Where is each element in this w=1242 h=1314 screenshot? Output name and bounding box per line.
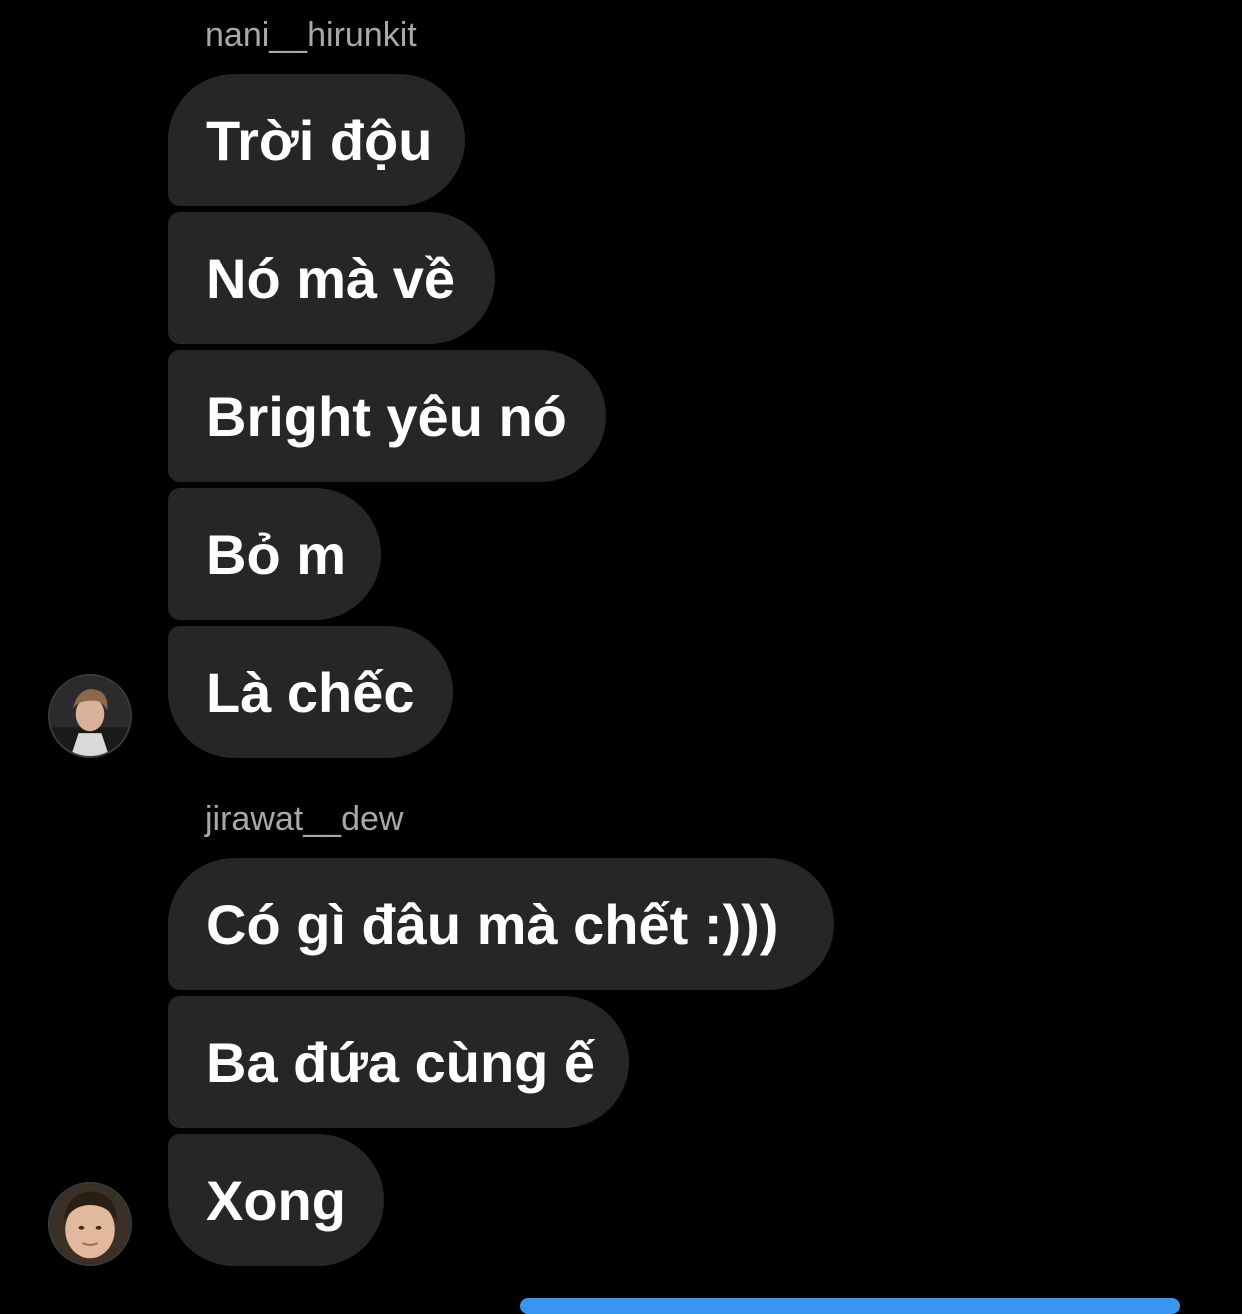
username-label: nani__hirunkit [205, 16, 417, 54]
avatar[interactable] [48, 674, 132, 758]
input-bar-edge [520, 1298, 1180, 1314]
message-bubble[interactable]: Xong [168, 1134, 384, 1266]
message-text: Nó mà về [206, 246, 455, 310]
message-text: Trời độu [206, 108, 433, 172]
message-bubble[interactable]: Trời độu [168, 74, 465, 206]
message-text: Ba đứa cùng ế [206, 1030, 596, 1094]
avatar-photo-icon [50, 1184, 130, 1264]
username-label: jirawat__dew [205, 800, 404, 838]
message-text: Là chếc [206, 660, 415, 724]
message-text: Bỏ m [206, 522, 346, 586]
message-text: Bright yêu nó [206, 384, 567, 448]
message-text: Có gì đâu mà chết :))) [206, 892, 779, 956]
message-bubble[interactable]: Bright yêu nó [168, 350, 606, 482]
message-bubble[interactable]: Bỏ m [168, 488, 381, 620]
message-bubble[interactable]: Có gì đâu mà chết :))) [168, 858, 834, 990]
message-bubble[interactable]: Nó mà về [168, 212, 495, 344]
avatar-photo-icon [50, 676, 130, 756]
message-bubble[interactable]: Là chếc [168, 626, 453, 758]
message-bubble[interactable]: Ba đứa cùng ế [168, 996, 629, 1128]
avatar[interactable] [48, 1182, 132, 1266]
message-text: Xong [206, 1168, 346, 1232]
